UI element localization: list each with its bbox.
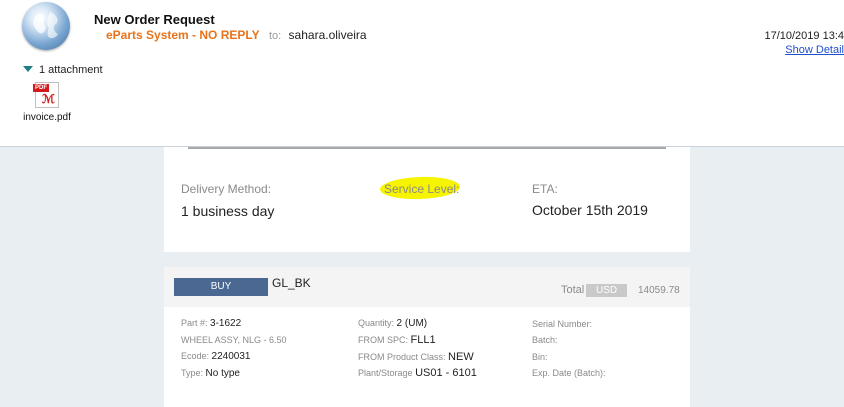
part-number-field: Part #: 3-1622 <box>181 318 241 329</box>
from-spc-label: FROM SPC: <box>358 335 409 345</box>
part-description: WHEEL ASSY, NLG - 6.50 <box>181 335 287 345</box>
globe-avatar-icon <box>22 2 70 50</box>
divider <box>188 147 666 149</box>
from-spc-field: FROM SPC: FLL1 <box>358 334 436 346</box>
show-details-link[interactable]: Show Detail <box>785 44 844 56</box>
quantity-label: Quantity: <box>358 318 395 328</box>
delivery-card: Delivery Method: 1 business day Service … <box>164 147 690 252</box>
email-body: Delivery Method: 1 business day Service … <box>0 146 844 407</box>
plant-storage-label: Plant/Storage <box>358 368 413 378</box>
eta-value: October 15th 2019 <box>532 202 648 218</box>
service-level-label: Service Level: <box>384 182 460 196</box>
quantity-field: Quantity: 2 (UM) <box>358 318 427 329</box>
ecode-label: Ecode: <box>181 351 210 361</box>
gl-code: GL_BK <box>272 276 311 290</box>
sender-line: eParts System - NO REPLY to: sahara.oliv… <box>106 28 367 42</box>
product-class-label: FROM Product Class: <box>358 352 446 362</box>
sender-name[interactable]: eParts System - NO REPLY <box>106 28 260 42</box>
batch-label: Batch: <box>532 335 558 345</box>
order-header: BUY GL_BK Total USD 14059.78 <box>164 267 690 307</box>
serial-number-label: Serial Number: <box>532 319 593 329</box>
product-class-value: NEW <box>448 351 474 363</box>
attachments-toggle[interactable]: 1 attachment <box>23 64 103 76</box>
to-label: to: <box>268 30 282 42</box>
exp-date-label: Exp. Date (Batch): <box>532 368 606 378</box>
plant-storage-field: Plant/Storage US01 - 6101 <box>358 367 477 379</box>
pdf-badge: PDF <box>33 84 49 92</box>
type-field: Type: No type <box>181 368 240 379</box>
total-value: 14059.78 <box>638 285 680 296</box>
email-header: New Order Request eParts System - NO REP… <box>0 0 844 146</box>
quantity-value: 2 (UM) <box>396 318 428 329</box>
from-spc-value: FLL1 <box>410 334 436 346</box>
part-number-value: 3-1622 <box>210 318 242 329</box>
currency-badge: USD <box>586 284 627 297</box>
triangle-down-icon <box>23 66 33 72</box>
eta-label: ETA: <box>532 182 558 196</box>
attachments-count: 1 attachment <box>39 64 103 76</box>
email-subject: New Order Request <box>94 12 215 27</box>
pdf-file-icon: PDF ℳ <box>33 82 59 108</box>
acrobat-icon: ℳ <box>42 92 55 106</box>
email-date: 17/10/2019 13:4 <box>764 30 844 42</box>
delivery-method-label: Delivery Method: <box>181 182 272 196</box>
recipient-name[interactable]: sahara.oliveira <box>289 28 367 42</box>
buy-button[interactable]: BUY <box>174 278 268 296</box>
type-label: Type: <box>181 368 204 378</box>
type-value: No type <box>205 368 240 379</box>
order-card: BUY GL_BK Total USD 14059.78 Part #: 3-1… <box>164 267 690 407</box>
ecode-field: Ecode: 2240031 <box>181 351 250 362</box>
ecode-value: 2240031 <box>211 351 251 362</box>
delivery-method-value: 1 business day <box>181 203 275 219</box>
total-label: Total <box>561 284 585 296</box>
part-number-label: Part #: <box>181 318 208 328</box>
plant-storage-value: US01 - 6101 <box>415 367 477 379</box>
attachment-item[interactable]: PDF ℳ invoice.pdf <box>20 82 74 123</box>
product-class-field: FROM Product Class: NEW <box>358 351 474 363</box>
attachment-name: invoice.pdf <box>23 112 71 123</box>
bin-label: Bin: <box>532 352 548 362</box>
